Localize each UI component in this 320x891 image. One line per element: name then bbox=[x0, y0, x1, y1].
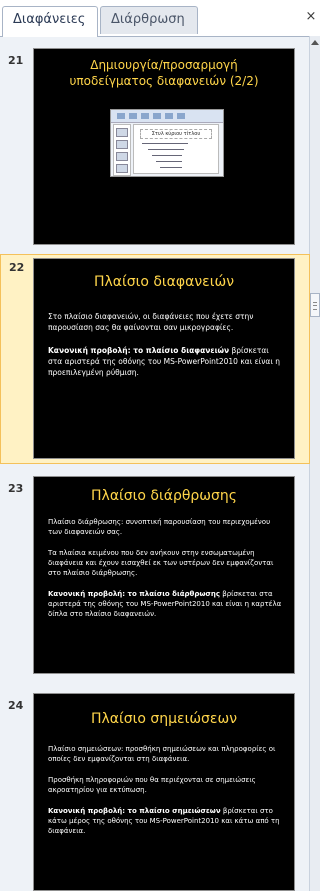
slide-title: Δημιουργία/προσαρμογή υποδείγματος διαφα… bbox=[69, 58, 259, 88]
slide-body: Πλαίσιο σημειώσεων: προσθήκη σημειώσεων … bbox=[48, 744, 282, 847]
slide-title: Πλαίσιο διαφανειών bbox=[93, 274, 235, 290]
slide-thumbnail-row[interactable]: 24 Πλαίσιο σημειώσεων Πλαίσιο σημειώσεων… bbox=[0, 693, 310, 891]
slide-number: 23 bbox=[8, 482, 24, 495]
slide-thumbnail[interactable]: Πλαίσιο διάρθρωσης Πλαίσιο διάρθρωσης: σ… bbox=[33, 476, 295, 674]
slide-number: 24 bbox=[8, 699, 24, 712]
slide-paragraph: Πλαίσιο σημειώσεων: προσθήκη σημειώσεων … bbox=[48, 745, 276, 763]
slide-thumbnail-row[interactable]: 21 Δημιουργία/προσαρμογή υποδείγματος δι… bbox=[0, 48, 310, 248]
mini-master-title: Στυλ κύριου τίτλου bbox=[140, 129, 212, 139]
slide-thumbnail[interactable]: Πλαίσιο σημειώσεων Πλαίσιο σημειώσεων: π… bbox=[33, 693, 295, 891]
slide-paragraph: Κανονική προβολή: το πλαίσιο διαφανειών … bbox=[48, 346, 281, 377]
pane-tabbar: Διαφάνειες Διάρθρωση × bbox=[0, 0, 320, 37]
mini-ribbon bbox=[111, 110, 223, 123]
slide-number: 22 bbox=[9, 261, 25, 274]
scroll-up-arrow-icon[interactable] bbox=[311, 38, 319, 46]
slide-title: Πλαίσιο διάρθρωσης bbox=[91, 488, 237, 504]
slide-paragraph: Πλαίσιο διάρθρωσης: συνοπτική παρουσίαση… bbox=[48, 518, 271, 536]
tab-slides[interactable]: Διαφάνειες bbox=[2, 6, 98, 37]
close-icon: × bbox=[305, 9, 317, 24]
slide-thumbnail-row-selected[interactable]: 22 Πλαίσιο διαφανειών Στο πλαίσιο διαφαν… bbox=[0, 254, 310, 464]
vertical-scrollbar[interactable] bbox=[309, 36, 320, 891]
slide-screenshot-image: Στυλ κύριου τίτλου bbox=[110, 109, 224, 177]
slide-paragraph: Προσθήκη πληροφοριών που θα περιέχονται … bbox=[48, 776, 256, 794]
slide-thumbnail[interactable]: Πλαίσιο διαφανειών Στο πλαίσιο διαφανειώ… bbox=[33, 258, 295, 459]
mini-slides-pane bbox=[113, 124, 131, 176]
slide-number: 21 bbox=[8, 54, 24, 67]
slide-thumbnail[interactable]: Δημιουργία/προσαρμογή υποδείγματος διαφα… bbox=[33, 48, 295, 245]
slide-paragraph: Τα πλαίσια κειμένου που δεν ανήκουν στην… bbox=[48, 549, 274, 577]
slide-paragraph: Κανονική προβολή: το πλαίσιο σημειώσεων … bbox=[48, 807, 280, 835]
mini-slide-canvas: Στυλ κύριου τίτλου bbox=[133, 124, 219, 174]
slide-title: Πλαίσιο σημειώσεων bbox=[90, 711, 238, 727]
close-pane-button[interactable]: × bbox=[304, 10, 318, 24]
grip-icon bbox=[313, 302, 317, 310]
tab-outline[interactable]: Διάρθρωση bbox=[100, 6, 198, 34]
slide-thumbnail-row[interactable]: 23 Πλαίσιο διάρθρωσης Πλαίσιο διάρθρωσης… bbox=[0, 476, 310, 678]
slide-body: Πλαίσιο διάρθρωσης: συνοπτική παρουσίαση… bbox=[48, 517, 282, 630]
scrollbar-thumb[interactable] bbox=[310, 293, 320, 317]
slide-paragraph: Κανονική προβολή: το πλαίσιο διάρθρωσης … bbox=[48, 590, 282, 618]
slide-body: Στο πλαίσιο διαφανειών, οι διαφάνειες πο… bbox=[48, 311, 282, 389]
slide-paragraph: Στο πλαίσιο διαφανειών, οι διαφάνειες πο… bbox=[48, 312, 254, 332]
